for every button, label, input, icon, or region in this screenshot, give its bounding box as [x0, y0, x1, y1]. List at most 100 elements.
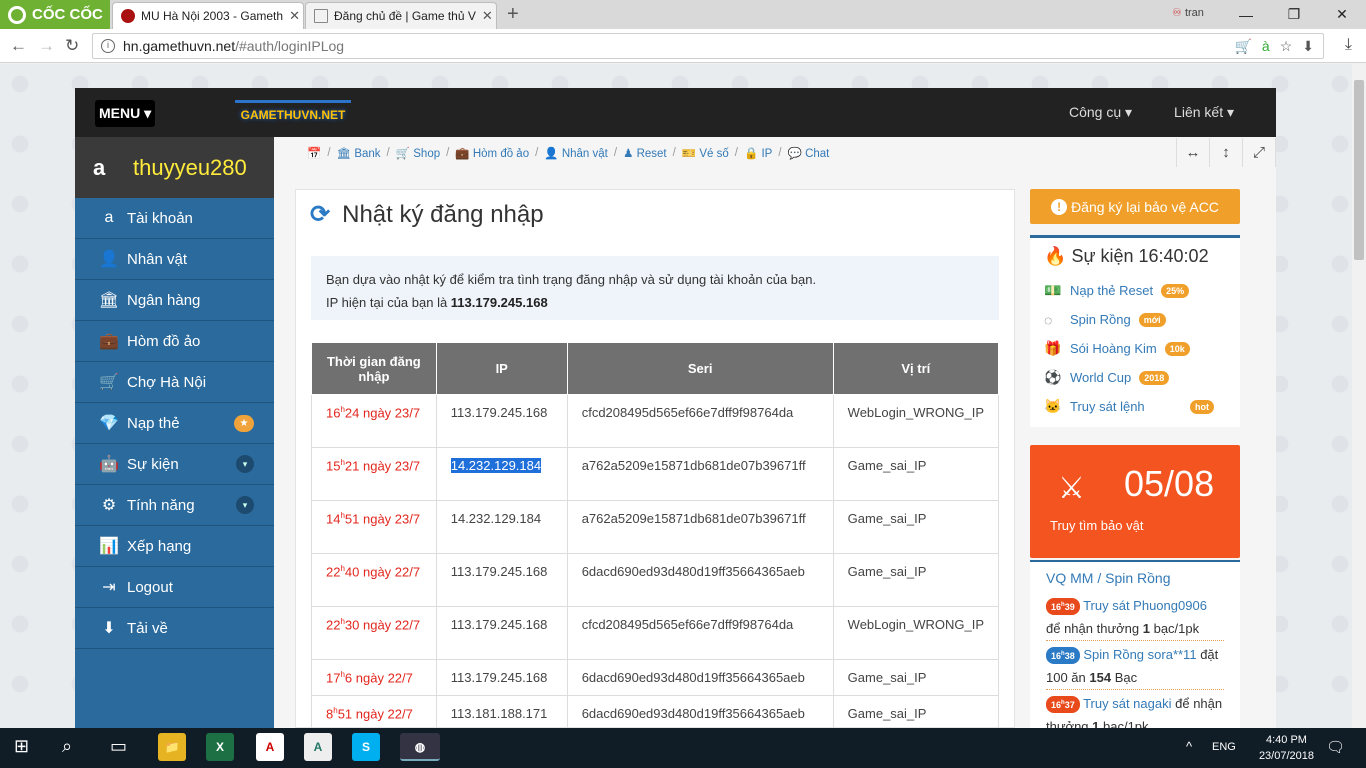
sidebar-item[interactable]: 🤖 Sự kiện ▾	[75, 444, 274, 485]
sidebar-menu: a Tài khoản 👤 Nhân vật 🏛 Ngân hàng 💼 Hòm đồ ảo 🛒…	[75, 198, 274, 649]
search-icon[interactable]: ⌕	[62, 736, 72, 757]
feed-tab-vqmm[interactable]: VQ MM	[1046, 570, 1093, 586]
crumb-bank[interactable]: 🏛 Bank	[337, 146, 381, 160]
table-row: 14h51 ngày 23/7 14.232.129.184 a762a5209e1…	[311, 500, 1000, 554]
login-ip[interactable]: 14.232.129.184	[435, 500, 568, 554]
sidebar-item[interactable]: 💼 Hòm đồ ảo	[75, 321, 274, 362]
reload-icon[interactable]: ↻	[65, 36, 79, 56]
cart-icon: 🛒	[99, 374, 119, 391]
login-ip[interactable]: 113.181.188.171	[435, 695, 568, 728]
event-item[interactable]: 🎁 Sói Hoàng Kim 10k	[1044, 334, 1226, 363]
sidebar-item[interactable]: 👤 Nhân vật	[75, 239, 274, 280]
back-icon[interactable]: ←	[10, 36, 27, 56]
sidebar-item[interactable]: a Tài khoản	[75, 198, 274, 239]
excel-icon[interactable]: X	[206, 733, 234, 761]
cart-icon[interactable]: 🛒	[1234, 38, 1251, 55]
expand-vertical-icon[interactable]: ↕	[1210, 138, 1243, 167]
task-view-icon[interactable]: ▭	[110, 736, 127, 757]
tab-forum[interactable]: Đăng chủ đề | Game thủ V ✕	[305, 2, 497, 29]
sidebar-item[interactable]: ⬇ Tải về	[75, 608, 274, 649]
feed-list: 16h39 Truy sát Phuong0906 để nhận thưởng…	[1046, 594, 1224, 728]
bar-chart-icon: 📊	[99, 538, 119, 555]
clock[interactable]: 4:40 PM 23/07/2018	[1259, 732, 1314, 764]
event-badge: hot	[1190, 399, 1214, 414]
scrollbar-thumb[interactable]	[1354, 80, 1364, 260]
calendar-icon[interactable]: 📅	[307, 146, 321, 160]
crumb-shop[interactable]: 🛒 Shop	[396, 146, 440, 160]
event-item[interactable]: ⚽ World Cup 2018	[1044, 363, 1226, 392]
sidebar-item[interactable]: 💎 Nạp thẻ ★	[75, 403, 274, 444]
coccoc-taskbar-icon[interactable]: ◍	[400, 733, 440, 761]
new-tab-button[interactable]: +	[507, 3, 519, 26]
links-dropdown[interactable]: Liên kết ▾	[1174, 104, 1234, 121]
sidebar-item[interactable]: 🏛 Ngân hàng	[75, 280, 274, 321]
feed-tab-spin[interactable]: Spin Rồng	[1105, 570, 1170, 586]
close-window-icon[interactable]: ✕	[1318, 6, 1366, 23]
chevron-down-icon[interactable]: ▾	[236, 496, 254, 514]
login-ip[interactable]: 14.232.129.184	[435, 447, 568, 501]
site-logo[interactable]: GAMETHUVN.NET	[235, 100, 351, 126]
download-arrow-icon[interactable]: ⬇	[1302, 38, 1314, 55]
font-app-icon[interactable]: A	[304, 733, 332, 761]
login-ip[interactable]: 113.179.245.168	[435, 553, 568, 607]
fullscreen-icon[interactable]: ⤢	[1243, 138, 1276, 167]
login-location: Game_sai_IP	[832, 553, 1000, 607]
feed-link[interactable]: Truy sát nagaki	[1083, 696, 1171, 711]
crumb-lottery[interactable]: 🎫 Vé số	[682, 146, 729, 160]
site-info-icon[interactable]: i	[101, 39, 115, 53]
layout-tools: ↔ ↕ ⤢	[1176, 138, 1276, 167]
profile-icon: ♾	[1172, 7, 1182, 19]
crumb-chat[interactable]: 💬 Chat	[788, 146, 830, 160]
chevron-down-icon[interactable]: ▾	[236, 455, 254, 473]
event-badge: 25%	[1161, 283, 1190, 298]
sidebar-item[interactable]: 🛒 Chợ Hà Nội	[75, 362, 274, 403]
feed-link[interactable]: Truy sát Phuong0906	[1083, 598, 1207, 613]
sidebar-item[interactable]: ⚙ Tính năng ▾	[75, 485, 274, 526]
crumb-inventory[interactable]: 💼 Hòm đồ ảo	[455, 146, 529, 160]
login-ip[interactable]: 113.179.245.168	[435, 658, 568, 697]
tools-dropdown[interactable]: Công cụ ▾	[1069, 104, 1132, 121]
star-icon[interactable]: ☆	[1280, 38, 1293, 55]
language-indicator[interactable]: ENG	[1212, 741, 1236, 753]
event-item[interactable]: ◌ Spin Rồng mới	[1044, 305, 1226, 334]
maximize-icon[interactable]: ❐	[1270, 6, 1318, 23]
profile-badge[interactable]: ♾ tran	[1172, 6, 1204, 19]
crumb-ip[interactable]: 🔒 IP	[744, 146, 772, 160]
treasure-box[interactable]: ⚔ 05/08 Truy tìm bảo vật	[1030, 445, 1240, 558]
username[interactable]: thuyyeu280	[133, 155, 247, 181]
feed-item: 16h38 Spin Rồng sora**11 đặt 100 ăn 154 …	[1046, 643, 1224, 690]
login-ip[interactable]: 113.179.245.168	[435, 606, 568, 660]
close-tab-icon[interactable]: ✕	[283, 8, 300, 24]
briefcase-icon: 💼	[99, 333, 119, 350]
download-icon: ⬇	[102, 620, 116, 637]
sidebar-item-label: Hòm đồ ảo	[127, 332, 201, 350]
file-explorer-icon[interactable]: 📁	[158, 733, 186, 761]
event-item[interactable]: 🐱 Truy sát lệnh hot	[1044, 392, 1226, 421]
close-tab-icon[interactable]: ✕	[476, 8, 493, 24]
tray-chevron-icon[interactable]: ^	[1186, 739, 1192, 754]
event-item[interactable]: 💵 Nạp thẻ Reset 25%	[1044, 276, 1226, 305]
login-ip[interactable]: 113.179.245.168	[435, 394, 568, 448]
amazon-icon: a	[93, 154, 106, 180]
notification-icon[interactable]: 🗨	[1326, 738, 1345, 756]
crumb-character[interactable]: 👤 Nhân vật	[544, 146, 608, 160]
minimize-icon[interactable]: —	[1222, 7, 1270, 23]
feed-link[interactable]: Spin Rồng sora**11	[1083, 647, 1196, 662]
url-field[interactable]: i hn.gamethuvn.net/#auth/loginIPLog	[92, 33, 1324, 59]
skype-icon[interactable]: S	[352, 733, 380, 761]
windows-start-icon[interactable]: ⊞	[14, 736, 29, 757]
downloads-icon[interactable]: ⤓	[1345, 36, 1352, 54]
sidebar-item[interactable]: 📊 Xếp hạng	[75, 526, 274, 567]
menu-button[interactable]: MENU ▾	[95, 100, 156, 127]
sidebar-item[interactable]: ⇥ Logout	[75, 567, 274, 608]
browser-brand[interactable]: CỐC CỐC	[0, 0, 110, 29]
translate-icon[interactable]: à	[1262, 38, 1270, 55]
crumb-reset[interactable]: ♟ Reset	[623, 146, 667, 160]
register-protect-button[interactable]: ! Đăng ký lại bảo vệ ACC	[1030, 189, 1240, 224]
sidebar-item-label: Logout	[127, 578, 173, 596]
tab-mu-hanoi[interactable]: MU Hà Nội 2003 - Gameth ✕	[112, 2, 304, 29]
forward-icon[interactable]: →	[38, 36, 55, 56]
refresh-icon[interactable]: ⟳	[310, 200, 330, 229]
expand-horizontal-icon[interactable]: ↔	[1177, 138, 1210, 167]
pdf-icon[interactable]: A	[256, 733, 284, 761]
